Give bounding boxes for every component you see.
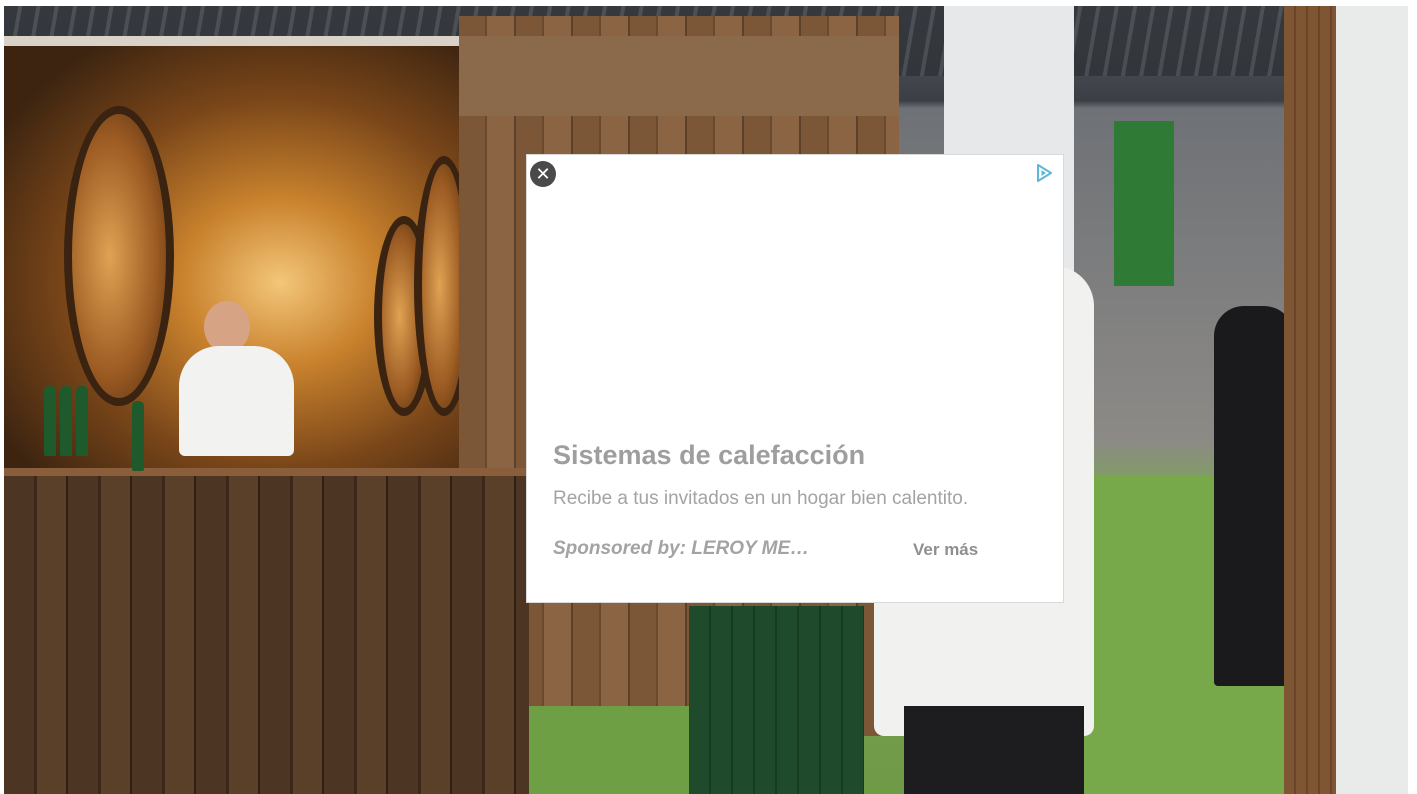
wooden-wall-cap — [459, 36, 899, 116]
bartender — [179, 346, 294, 456]
bottle — [60, 386, 72, 456]
bottle — [44, 386, 56, 456]
close-icon[interactable]: ✕ — [530, 161, 556, 187]
white-wall — [1336, 6, 1408, 794]
bar-counter — [4, 476, 529, 794]
ad-overlay[interactable]: ✕ Sistemas de calefacción Recibe a tus i… — [526, 154, 1064, 603]
adchoices-icon[interactable] — [1033, 162, 1055, 184]
wooden-post — [1284, 6, 1336, 794]
green-carpet — [504, 706, 694, 794]
green-door — [689, 606, 864, 794]
barrel — [64, 106, 174, 406]
visitor-person — [1214, 306, 1294, 686]
server-person-legs — [904, 706, 1084, 794]
ad-description[interactable]: Recibe a tus invitados en un hogar bien … — [553, 488, 968, 510]
green-booth — [1114, 121, 1174, 286]
ad-cta-button[interactable]: Ver más — [913, 540, 978, 560]
bottle — [76, 386, 88, 456]
bottle — [132, 401, 144, 471]
ad-title[interactable]: Sistemas de calefacción — [553, 440, 865, 471]
ad-sponsor[interactable]: Sponsored by: LEROY ME… — [553, 538, 863, 560]
